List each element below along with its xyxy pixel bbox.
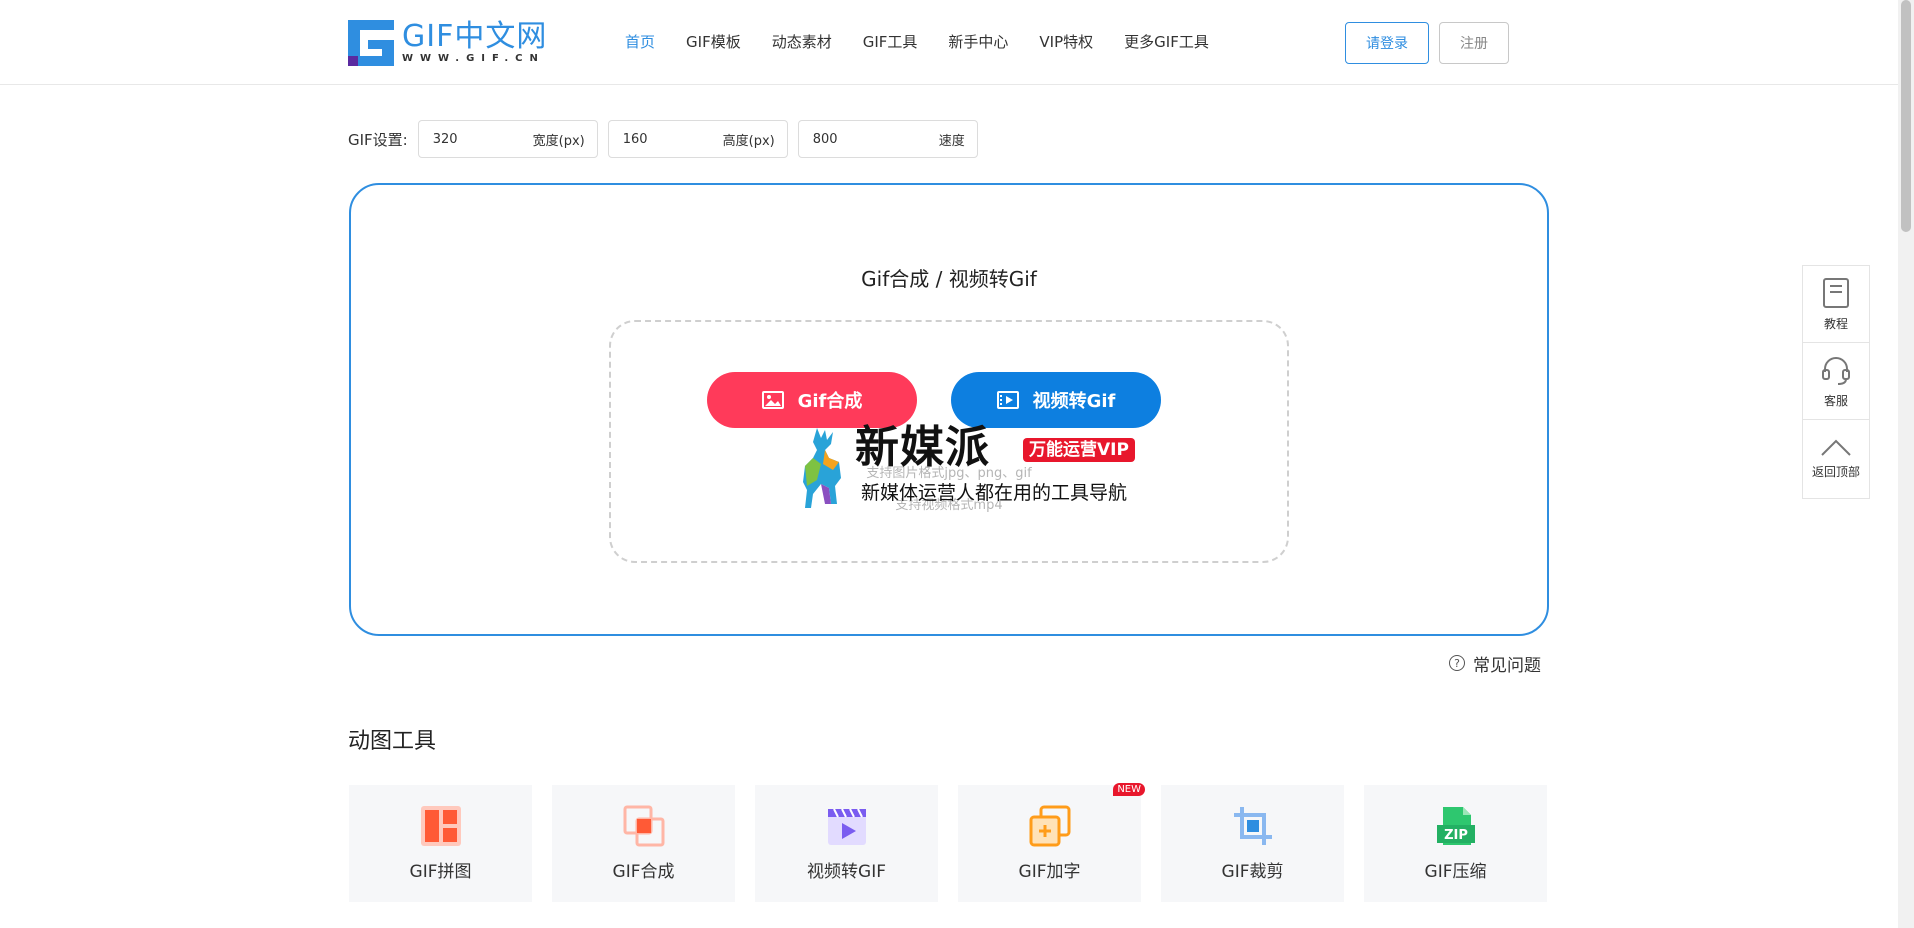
faq-link[interactable]: ? 常见问题: [1449, 651, 1541, 676]
watermark-overlay: 新媒派 万能运营VIP 新媒体运营人都在用的工具导航: [795, 424, 1155, 510]
film-icon: [996, 391, 1019, 409]
login-button[interactable]: 请登录: [1345, 22, 1429, 64]
headset-icon: [1822, 356, 1850, 385]
side-panel: 教程 客服 返回顶部: [1802, 265, 1870, 499]
nav-more-tools[interactable]: 更多GIF工具: [1124, 30, 1209, 54]
speed-field[interactable]: 800 速度: [797, 120, 978, 158]
tools-list: GIF拼图 GIF合成 视频转GIF NEW GIF加字 GIF裁剪 ZIP G…: [349, 783, 1547, 902]
faq-label: 常见问题: [1473, 655, 1541, 676]
book-icon: [1823, 277, 1849, 308]
main-nav: 首页 GIF模板 动态素材 GIF工具 新手中心 VIP特权 更多GIF工具: [625, 30, 1240, 54]
image-icon: [761, 391, 784, 409]
settings-label: GIF设置:: [348, 130, 408, 149]
gif-merge-button[interactable]: Gif合成: [707, 372, 917, 428]
speed-value[interactable]: 800: [813, 132, 838, 147]
watermark-subtitle: 新媒体运营人都在用的工具导航: [861, 482, 1128, 504]
tool-label: GIF裁剪: [1221, 862, 1284, 882]
scrollbar-thumb[interactable]: [1901, 0, 1911, 232]
header: GIF中文网 WWW.GIF.CN 首页 GIF模板 动态素材 GIF工具 新手…: [0, 0, 1898, 85]
tool-gif-add-text[interactable]: NEW GIF加字: [958, 783, 1145, 902]
nav-vip[interactable]: VIP特权: [1039, 30, 1093, 54]
watermark-title: 新媒派: [855, 422, 990, 473]
tool-label: GIF加字: [1018, 862, 1081, 882]
question-icon: ?: [1449, 655, 1465, 671]
watermark-badge: 万能运营VIP: [1023, 438, 1135, 462]
height-unit: 高度(px): [722, 133, 775, 149]
tool-gif-merge[interactable]: GIF合成: [552, 785, 735, 902]
nav-beginner-center[interactable]: 新手中心: [948, 30, 1008, 54]
merge-icon: [623, 805, 665, 847]
tools-heading: 动图工具: [348, 729, 437, 754]
video-icon: [828, 808, 866, 845]
grid-icon: [421, 806, 461, 846]
panel-title: Gif合成 / 视频转Gif: [861, 267, 1037, 291]
drop-zone[interactable]: Gif合成 视频转Gif 支持图片格式jpg、png、gif 支持视频格式mp4…: [609, 320, 1289, 563]
logo-subtitle: WWW.GIF.CN: [402, 53, 545, 64]
nav-dynamic-materials[interactable]: 动态素材: [772, 30, 832, 54]
gif-settings: GIF设置: 320 宽度(px) 160 高度(px) 800 速度: [348, 120, 988, 158]
register-button[interactable]: 注册: [1439, 22, 1509, 64]
zip-icon: ZIP: [1437, 807, 1475, 845]
tool-label: GIF合成: [612, 862, 675, 882]
width-value[interactable]: 320: [433, 132, 458, 147]
tool-gif-crop[interactable]: GIF裁剪: [1161, 785, 1344, 902]
chevron-up-icon: [1821, 439, 1851, 456]
tool-gif-collage[interactable]: GIF拼图: [349, 785, 532, 902]
logo-mark-icon: [348, 20, 394, 66]
nav-home[interactable]: 首页: [625, 30, 655, 54]
side-customer-service[interactable]: 客服: [1803, 343, 1869, 420]
zip-text: ZIP: [1444, 828, 1468, 843]
crop-icon: [1234, 807, 1272, 845]
logo-title: GIF中文网: [402, 19, 548, 54]
tool-label: GIF拼图: [409, 862, 472, 882]
height-field[interactable]: 160 高度(px): [607, 120, 788, 158]
page-scrollbar[interactable]: [1898, 0, 1914, 928]
video-to-gif-button[interactable]: 视频转Gif: [951, 372, 1161, 428]
tool-label: 视频转GIF: [807, 862, 886, 882]
tool-label: GIF压缩: [1424, 862, 1487, 882]
width-unit: 宽度(px): [532, 133, 585, 149]
side-customer-service-label: 客服: [1823, 393, 1848, 408]
tool-gif-compress[interactable]: ZIP GIF压缩: [1364, 785, 1547, 902]
nav-gif-templates[interactable]: GIF模板: [686, 30, 741, 54]
gif-merge-label: Gif合成: [797, 391, 863, 412]
height-value[interactable]: 160: [623, 132, 648, 147]
width-field[interactable]: 320 宽度(px): [417, 120, 598, 158]
deer-logo-icon: [803, 428, 841, 508]
nav-gif-tools[interactable]: GIF工具: [863, 30, 918, 54]
speed-unit: 速度: [938, 133, 965, 149]
add-text-icon: [1029, 805, 1071, 847]
logo[interactable]: GIF中文网 WWW.GIF.CN: [348, 20, 547, 66]
side-tutorial[interactable]: 教程: [1803, 266, 1869, 343]
side-tutorial-label: 教程: [1823, 316, 1848, 331]
upload-panel: Gif合成 / 视频转Gif Gif合成 视频转Gif 支持图片格式jpg、pn…: [349, 183, 1549, 636]
video-to-gif-label: 视频转Gif: [1032, 391, 1116, 412]
side-back-to-top-label: 返回顶部: [1811, 465, 1860, 479]
new-badge: NEW: [1113, 783, 1145, 796]
side-back-to-top[interactable]: 返回顶部: [1803, 420, 1869, 497]
tool-video-to-gif[interactable]: 视频转GIF: [755, 785, 938, 902]
